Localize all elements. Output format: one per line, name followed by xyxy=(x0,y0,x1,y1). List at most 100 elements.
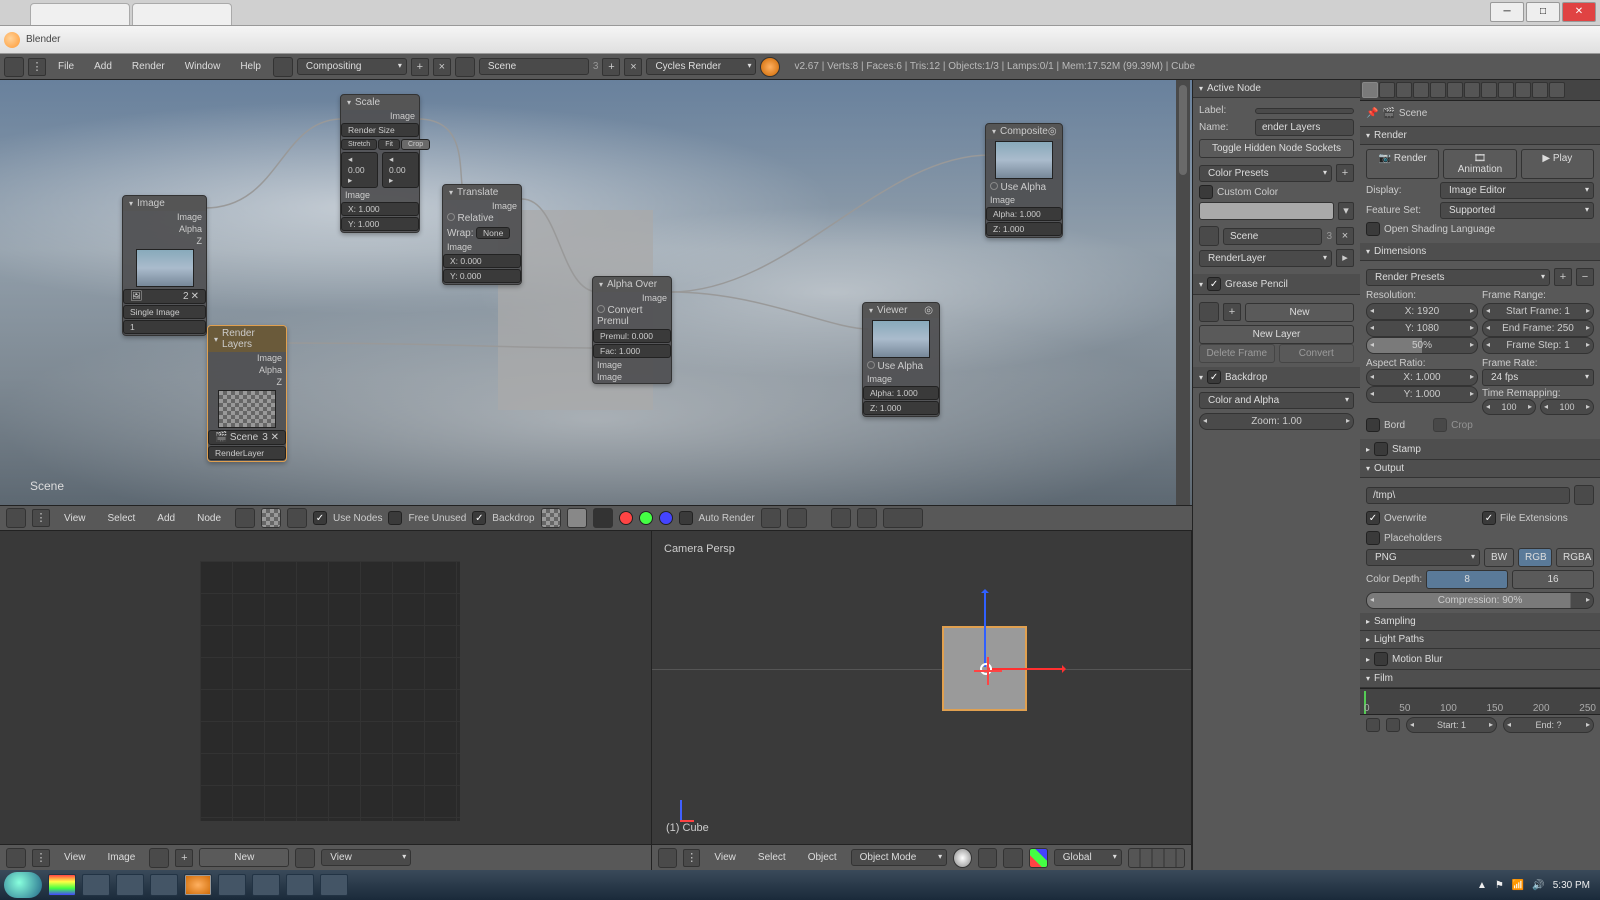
modifiers-tab-icon[interactable] xyxy=(1464,82,1480,98)
channel-color-alpha-icon[interactable] xyxy=(541,508,561,528)
add-scene-button[interactable]: + xyxy=(602,58,620,76)
depth-16-button[interactable]: 16 xyxy=(1512,570,1594,589)
render-button[interactable]: 📷 Render xyxy=(1366,149,1439,179)
rgb-button[interactable]: RGB xyxy=(1518,548,1552,567)
clear-scene-button[interactable]: × xyxy=(1336,227,1354,245)
extensions-checkbox[interactable] xyxy=(1482,511,1496,525)
gp-add-button[interactable]: + xyxy=(1223,303,1241,321)
collapse-icon[interactable]: ⋮ xyxy=(683,849,700,867)
border-checkbox[interactable] xyxy=(1366,418,1380,432)
render-engine-dropdown[interactable]: Cycles Render xyxy=(646,58,756,75)
3d-viewport[interactable]: Camera Persp (1) Cube ⋮ View Select Obje… xyxy=(652,531,1192,870)
network-icon[interactable]: 📶 xyxy=(1512,880,1524,891)
editor-type-icon[interactable] xyxy=(6,848,26,868)
scene-tab-icon[interactable] xyxy=(1396,82,1412,98)
frame-step-field[interactable]: Frame Step: 1 xyxy=(1482,337,1594,354)
crop-checkbox[interactable] xyxy=(1433,418,1447,432)
lightpaths-panel-header[interactable]: ▸Light Paths xyxy=(1360,631,1600,649)
gp-new-layer-button[interactable]: New Layer xyxy=(1199,325,1354,344)
timeline-start-field[interactable]: Start: 1 xyxy=(1406,717,1497,733)
taskbar-icon[interactable] xyxy=(218,874,246,896)
scale-crop-button[interactable]: Crop xyxy=(401,139,430,150)
gp-browse-icon[interactable] xyxy=(1199,302,1219,322)
backdrop-mode-dropdown[interactable]: Color and Alpha xyxy=(1199,392,1354,409)
resolution-pct-field[interactable]: 50% xyxy=(1366,337,1478,354)
node-alphaover[interactable]: ▾Alpha Over Image Convert Premul Premul:… xyxy=(592,276,672,384)
taskbar-icon[interactable] xyxy=(150,874,178,896)
menu-add[interactable]: Add xyxy=(149,511,183,526)
bw-button[interactable]: BW xyxy=(1484,548,1514,567)
window-tab[interactable] xyxy=(30,3,130,25)
image-source-dropdown[interactable]: Single Image xyxy=(123,305,206,319)
start-button[interactable] xyxy=(4,872,42,898)
renderlayer-layer-dropdown[interactable]: RenderLayer xyxy=(208,446,286,460)
new-image-button[interactable]: New xyxy=(199,848,289,867)
menu-add[interactable]: Add xyxy=(86,59,120,74)
menu-window[interactable]: Window xyxy=(177,59,229,74)
display-dropdown[interactable]: Image Editor xyxy=(1440,182,1594,199)
scene-dropdown[interactable]: Scene xyxy=(479,58,589,75)
film-panel-header[interactable]: ▾Film xyxy=(1360,670,1600,688)
clock[interactable]: 5:30 PM xyxy=(1553,880,1590,891)
dimensions-panel-header[interactable]: ▾Dimensions xyxy=(1360,243,1600,261)
depth-8-button[interactable]: 8 xyxy=(1426,570,1508,589)
copy-nodes-icon[interactable] xyxy=(831,508,851,528)
play-button[interactable]: ▶ Play xyxy=(1521,149,1594,179)
collapse-menus-icon[interactable]: ⋮ xyxy=(28,58,46,76)
shading-icon[interactable] xyxy=(953,848,972,868)
overwrite-checkbox[interactable] xyxy=(1366,511,1380,525)
window-tab[interactable] xyxy=(132,3,232,25)
flag-icon[interactable]: ⚑ xyxy=(1495,880,1504,891)
pin-icon[interactable]: 📌 xyxy=(1366,108,1378,119)
resolution-x-field[interactable]: X: 1920 xyxy=(1366,303,1478,320)
chrome-taskbar-icon[interactable] xyxy=(48,874,76,896)
alphaover-fac-field[interactable]: Fac: 1.000 xyxy=(593,344,671,358)
scale-method-dropdown[interactable]: Render Size xyxy=(341,123,419,137)
use-nodes-checkbox[interactable] xyxy=(313,511,327,525)
node-image[interactable]: ▾Image Image Alpha Z 🖼2✕ Single Image 1 xyxy=(122,195,207,336)
viewer-usealpha-toggle[interactable]: Use Alpha xyxy=(863,360,939,373)
menu-select[interactable]: Select xyxy=(750,850,794,865)
color-picker-button[interactable]: ▾ xyxy=(1338,202,1354,220)
menu-node[interactable]: Node xyxy=(189,511,229,526)
backdrop-enable-checkbox[interactable] xyxy=(1207,370,1221,384)
output-path-input[interactable]: /tmp\ xyxy=(1366,487,1570,504)
volume-icon[interactable]: 🔊 xyxy=(1532,880,1544,891)
render-panel-header[interactable]: ▾Render xyxy=(1360,127,1600,145)
window-close[interactable]: ✕ xyxy=(1562,2,1596,22)
auto-render-checkbox[interactable] xyxy=(679,511,693,525)
channel-blue-icon[interactable] xyxy=(659,511,673,525)
node-label-input[interactable] xyxy=(1255,108,1354,114)
render-layer-button[interactable]: ▸ xyxy=(1336,249,1354,267)
pivot-icon[interactable] xyxy=(978,848,997,868)
channel-alpha-icon[interactable] xyxy=(593,508,613,528)
node-composite[interactable]: ▾Composite◎ Use Alpha Image Alpha: 1.000… xyxy=(985,123,1063,238)
window-maximize[interactable]: □ xyxy=(1526,2,1560,22)
editor-type-icon[interactable] xyxy=(4,57,24,77)
taskbar-icon[interactable] xyxy=(116,874,144,896)
node-editor-scrollbar[interactable] xyxy=(1176,80,1190,505)
gizmo-z-axis[interactable] xyxy=(984,591,986,667)
image-browse-icon[interactable] xyxy=(149,848,169,868)
object-tab-icon[interactable] xyxy=(1430,82,1446,98)
node-name-input[interactable]: ender Layers xyxy=(1255,119,1354,136)
menu-view[interactable]: View xyxy=(56,850,94,865)
node-scene-input[interactable]: Scene xyxy=(1223,228,1322,245)
render-layers-tab-icon[interactable] xyxy=(1379,82,1395,98)
sampling-panel-header[interactable]: ▸Sampling xyxy=(1360,613,1600,631)
pin-icon[interactable] xyxy=(295,848,315,868)
resolution-y-field[interactable]: Y: 1080 xyxy=(1366,320,1478,337)
add-preset-button[interactable]: + xyxy=(1336,164,1354,182)
collapse-icon[interactable]: ⋮ xyxy=(32,509,50,527)
node-translate[interactable]: ▾Translate Image Relative Wrap: None Ima… xyxy=(442,184,522,285)
grease-pencil-header[interactable]: ▾Grease Pencil xyxy=(1193,274,1360,295)
layers-icon[interactable] xyxy=(1128,848,1185,868)
marker-icon[interactable] xyxy=(1386,718,1400,732)
format-dropdown[interactable]: PNG xyxy=(1366,549,1480,566)
menu-select[interactable]: Select xyxy=(100,511,144,526)
constraints-tab-icon[interactable] xyxy=(1447,82,1463,98)
rgba-button[interactable]: RGBA xyxy=(1556,548,1594,567)
alphaover-premul-field[interactable]: Premul: 0.000 xyxy=(593,329,671,343)
particles-tab-icon[interactable] xyxy=(1532,82,1548,98)
composite-z-field[interactable]: Z: 1.000 xyxy=(986,222,1062,236)
